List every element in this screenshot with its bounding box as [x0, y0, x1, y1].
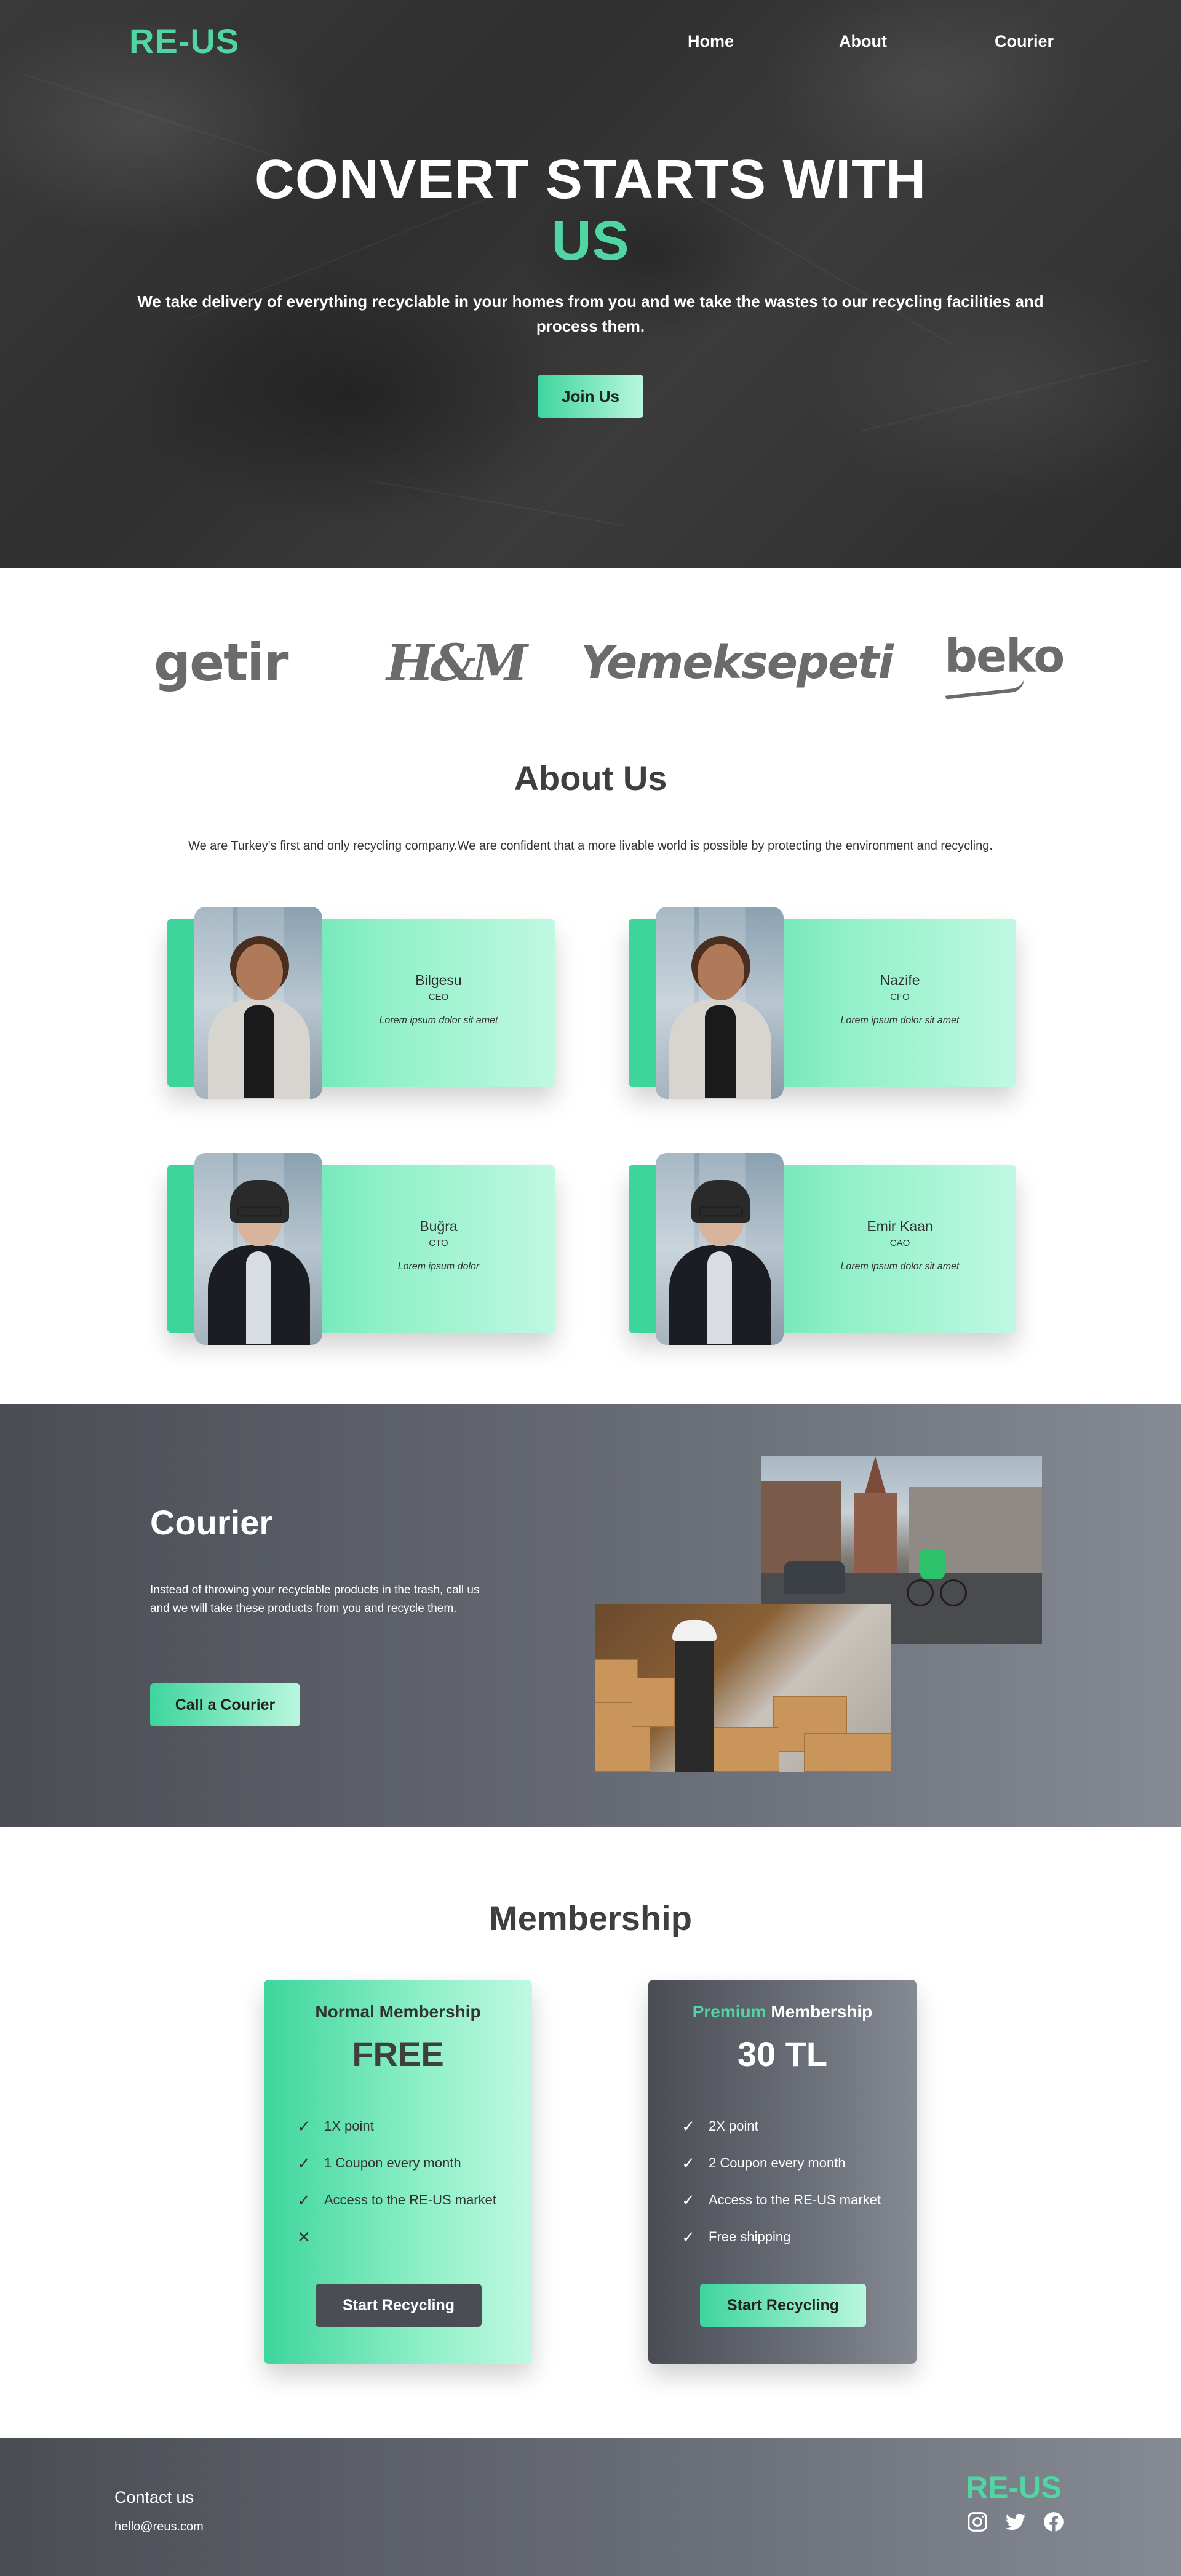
plan-name-text: Normal Membership — [315, 2002, 481, 2021]
plan-feature-text: Access to the RE-US market — [709, 2192, 881, 2207]
plan-name-prefix: Premium — [692, 2002, 766, 2021]
nav-link-about[interactable]: About — [839, 32, 887, 51]
check-icon: ✓ — [682, 2190, 695, 2209]
plan-feature-text: 2 Coupon every month — [709, 2155, 846, 2171]
member-name: Bilgesu — [415, 972, 462, 988]
member-photo — [194, 907, 322, 1099]
courier-title: Courier — [150, 1503, 273, 1542]
plan-features: ✓ 2X point ✓ 2 Coupon every month ✓ Access … — [680, 2108, 902, 2255]
plan-name: Normal Membership — [264, 2002, 532, 2022]
member-description: Lorem ipsum dolor sit amet — [379, 1015, 498, 1026]
start-recycling-button-normal[interactable]: Start Recycling — [316, 2284, 482, 2327]
hero-subtitle: We take delivery of everything recyclabl… — [137, 292, 1044, 335]
facebook-icon[interactable] — [1042, 2510, 1065, 2534]
hero-title-main: CONVERT STARTS WITH — [254, 149, 927, 210]
hero-section: RE-US Home About Courier CONVERT STARTS … — [0, 0, 1181, 568]
member-role: CEO — [428, 992, 449, 1002]
plan-feature: ✓ 2X point — [680, 2108, 902, 2145]
start-recycling-button-premium[interactable]: Start Recycling — [700, 2284, 866, 2327]
plan-feature-text: 2X point — [709, 2118, 758, 2134]
member-name: Buğra — [420, 1218, 458, 1234]
member-info: Buğra CTO Lorem ipsum dolor — [322, 1165, 555, 1333]
member-info: Bilgesu CEO Lorem ipsum dolor sit amet — [322, 919, 555, 1087]
hero-title-accent: US — [551, 210, 630, 272]
top-nav: RE-US Home About Courier — [0, 0, 1181, 83]
team-card-bugra: Buğra CTO Lorem ipsum dolor — [167, 1153, 555, 1354]
footer-logo[interactable]: RE-US — [966, 2470, 1062, 2505]
paper-crease — [368, 480, 624, 526]
hero-title: CONVERT STARTS WITH US — [0, 149, 1181, 272]
member-photo — [656, 1153, 784, 1345]
plan-feature: ✓ Free shipping — [680, 2219, 902, 2255]
plan-feature-text: 1X point — [324, 2118, 374, 2134]
check-icon: ✓ — [682, 2227, 695, 2246]
member-role: CTO — [429, 1238, 448, 1248]
plan-feature-text: 1 Coupon every month — [324, 2155, 461, 2171]
membership-title: Membership — [489, 1899, 692, 1937]
member-description: Lorem ipsum dolor sit amet — [840, 1261, 960, 1272]
plan-card-premium: Premium Membership 30 TL ✓ 2X point ✓ 2 Co… — [648, 1980, 917, 2364]
plan-price: FREE — [352, 2035, 444, 2073]
brand-logo-beko: beko — [945, 630, 1065, 683]
team-card-bilgesu: Bilgesu CEO Lorem ipsum dolor sit amet — [167, 907, 555, 1107]
courier-text: Instead of throwing your recyclable prod… — [150, 1584, 480, 1615]
footer-email-link[interactable]: hello@reus.com — [114, 2520, 204, 2534]
team-card-emir-kaan: Emir Kaan CAO Lorem ipsum dolor sit amet — [629, 1153, 1016, 1354]
join-us-button[interactable]: Join Us — [538, 375, 643, 418]
check-icon: ✓ — [297, 2116, 311, 2135]
plan-price: 30 TL — [737, 2035, 828, 2073]
check-icon: ✓ — [297, 2190, 311, 2209]
member-info: Nazife CFO Lorem ipsum dolor sit amet — [784, 919, 1016, 1087]
plan-feature-text: Access to the RE-US market — [324, 2192, 496, 2207]
team-card-nazife: Nazife CFO Lorem ipsum dolor sit amet — [629, 907, 1016, 1107]
nav-link-home[interactable]: Home — [688, 32, 734, 51]
member-description: Lorem ipsum dolor sit amet — [840, 1015, 960, 1026]
plan-feature: ✓ 2 Coupon every month — [680, 2145, 902, 2182]
plan-feature: ✕ — [296, 2219, 517, 2255]
footer: Contact us hello@reus.com RE-US — [0, 2438, 1181, 2576]
plan-feature-text: Free shipping — [709, 2229, 791, 2244]
nav-link-courier[interactable]: Courier — [995, 32, 1054, 51]
member-name: Emir Kaan — [867, 1218, 933, 1234]
plan-card-normal: Normal Membership FREE ✓ 1X point ✓ 1 Coup… — [264, 1980, 532, 2364]
plan-feature: ✓ 1 Coupon every month — [296, 2145, 517, 2182]
paper-crease — [24, 74, 271, 155]
plan-feature: ✓ Access to the RE-US market — [296, 2182, 517, 2219]
member-role: CAO — [889, 1238, 910, 1248]
cross-icon: ✕ — [297, 2227, 311, 2246]
check-icon: ✓ — [682, 2153, 695, 2172]
call-courier-button[interactable]: Call a Courier — [150, 1683, 300, 1726]
brand-logo-hm: H&M — [386, 634, 528, 693]
check-icon: ✓ — [682, 2116, 695, 2135]
paper-crease — [861, 359, 1148, 432]
member-info: Emir Kaan CAO Lorem ipsum dolor sit amet — [784, 1165, 1016, 1333]
member-photo — [194, 1153, 322, 1345]
brand-logo-getir: getir — [154, 632, 288, 693]
about-text: We are Turkey's first and only recycling… — [188, 839, 993, 853]
check-icon: ✓ — [297, 2153, 311, 2172]
courier-delivery-photo — [595, 1604, 891, 1772]
plan-feature: ✓ 1X point — [296, 2108, 517, 2145]
plan-feature: ✓ Access to the RE-US market — [680, 2182, 902, 2219]
logo[interactable]: RE-US — [129, 21, 239, 61]
twitter-icon[interactable] — [1004, 2510, 1027, 2534]
about-title: About Us — [514, 759, 667, 797]
plan-features: ✓ 1X point ✓ 1 Coupon every month ✓ Access … — [296, 2108, 517, 2255]
instagram-icon[interactable] — [966, 2510, 989, 2534]
member-description: Lorem ipsum dolor — [397, 1261, 480, 1272]
plan-name: Premium Membership — [648, 2002, 917, 2022]
member-photo — [656, 907, 784, 1099]
brand-logo-yemeksepeti: Yemeksepeti — [581, 636, 894, 689]
footer-contact-label: Contact us — [114, 2488, 194, 2506]
plan-name-text: Membership — [771, 2002, 873, 2021]
courier-section: Courier Instead of throwing your recycla… — [0, 1404, 1181, 1827]
member-name: Nazife — [880, 972, 920, 988]
brand-logos: getir H&M Yemeksepeti beko — [0, 628, 1181, 701]
member-role: CFO — [890, 992, 910, 1002]
